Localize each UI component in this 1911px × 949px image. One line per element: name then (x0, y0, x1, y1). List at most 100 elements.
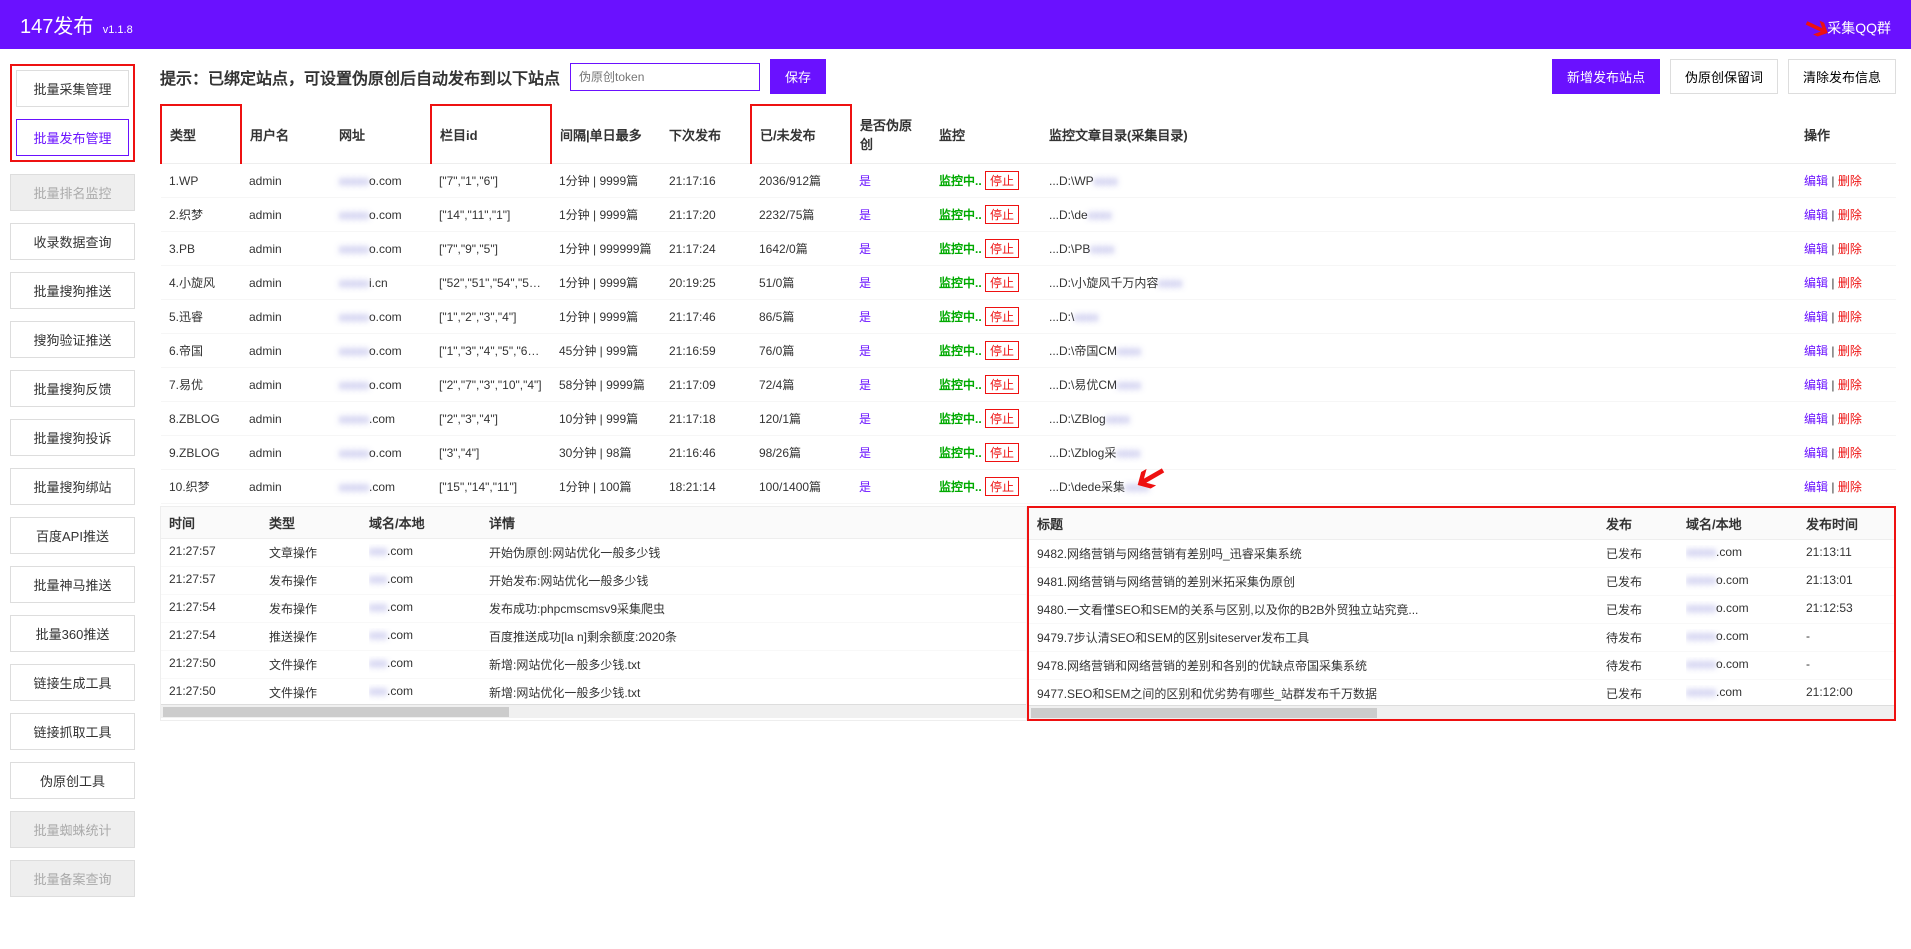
edit-link[interactable]: 编辑 (1804, 310, 1828, 324)
sidebar-item-shenma-push[interactable]: 批量神马推送 (10, 566, 135, 603)
th-colid: 栏目id (431, 105, 551, 164)
delete-link[interactable]: 删除 (1838, 378, 1862, 392)
cell-type: 7.易优 (161, 368, 241, 402)
cell-type: 10.织梦 (161, 470, 241, 504)
delete-link[interactable]: 删除 (1838, 276, 1862, 290)
delete-link[interactable]: 删除 (1838, 480, 1862, 494)
delete-link[interactable]: 删除 (1838, 412, 1862, 426)
edit-link[interactable]: 编辑 (1804, 276, 1828, 290)
cell-url: xxxxxo.com (331, 300, 431, 334)
edit-link[interactable]: 编辑 (1804, 480, 1828, 494)
cell-url: xxxxxo.com (331, 164, 431, 198)
stop-button[interactable]: 停止 (985, 273, 1019, 292)
sidebar-item-publish-manage[interactable]: 批量发布管理 (16, 119, 129, 156)
table-row: 7.易优adminxxxxxo.com["2","7","3","10","4"… (161, 368, 1896, 402)
cell-url: xxxxx.com (331, 470, 431, 504)
edit-link[interactable]: 编辑 (1804, 208, 1828, 222)
scrollbar-thumb[interactable] (1031, 708, 1377, 718)
delete-link[interactable]: 删除 (1838, 344, 1862, 358)
edit-link[interactable]: 编辑 (1804, 174, 1828, 188)
lr-domain: 域名/本地 (1686, 514, 1806, 533)
scrollbar-horizontal[interactable] (161, 704, 1026, 718)
app-version: v1.1.8 (103, 24, 133, 36)
sidebar-item-collect-manage[interactable]: 批量采集管理 (16, 70, 129, 107)
lh-time: 时间 (169, 513, 269, 532)
sidebar-item-pseudo-tool[interactable]: 伪原创工具 (10, 762, 135, 799)
log-row: 21:27:57文章操作xxx.com开始伪原创:网站优化一般多少钱 (161, 539, 1026, 567)
cell-next: 21:17:24 (661, 232, 751, 266)
cell-pub: 86/5篇 (751, 300, 851, 334)
edit-link[interactable]: 编辑 (1804, 446, 1828, 460)
stop-button[interactable]: 停止 (985, 443, 1019, 462)
sidebar-item-sogou-feedback[interactable]: 批量搜狗反馈 (10, 370, 135, 407)
stop-button[interactable]: 停止 (985, 205, 1019, 224)
log-row: 21:27:50文件操作xxx.com新增:网站优化一般多少钱.txt (161, 651, 1026, 679)
cell-url: xxxxxo.com (331, 232, 431, 266)
stop-button[interactable]: 停止 (985, 409, 1019, 428)
cell-next: 21:17:09 (661, 368, 751, 402)
cell-monitor: 监控中.. 停止 (931, 266, 1041, 300)
edit-link[interactable]: 编辑 (1804, 344, 1828, 358)
delete-link[interactable]: 删除 (1838, 310, 1862, 324)
lr-pub: 发布 (1606, 514, 1686, 533)
stop-button[interactable]: 停止 (985, 341, 1019, 360)
sidebar-item-link-crawl[interactable]: 链接抓取工具 (10, 713, 135, 750)
cell-interval: 45分钟 | 999篇 (551, 334, 661, 368)
scrollbar-horizontal[interactable] (1029, 705, 1894, 719)
keep-word-button[interactable]: 伪原创保留词 (1670, 59, 1778, 94)
lh-type: 类型 (269, 513, 369, 532)
cell-pseudo: 是 (851, 436, 931, 470)
save-button[interactable]: 保存 (770, 59, 826, 94)
cell-ops: 编辑 | 删除 (1796, 368, 1896, 402)
stop-button[interactable]: 停止 (985, 307, 1019, 326)
stop-button[interactable]: 停止 (985, 375, 1019, 394)
th-type: 类型 (161, 105, 241, 164)
sidebar-item-sogou-push[interactable]: 批量搜狗推送 (10, 272, 135, 309)
sidebar-item-sogou-bind[interactable]: 批量搜狗绑站 (10, 468, 135, 505)
lr-title: 标题 (1037, 514, 1606, 533)
sidebar-item-link-gen[interactable]: 链接生成工具 (10, 664, 135, 701)
log-row: 21:27:54推送操作xxx.com百度推送成功[la n]剩余额度:2020… (161, 623, 1026, 651)
cell-next: 21:16:59 (661, 334, 751, 368)
cell-pseudo: 是 (851, 368, 931, 402)
cell-next: 21:17:18 (661, 402, 751, 436)
cell-interval: 1分钟 | 9999篇 (551, 198, 661, 232)
cell-user: admin (241, 266, 331, 300)
sidebar-item-beian-query: 批量备案查询 (10, 860, 135, 897)
qq-group-link[interactable]: 采集QQ群 (1827, 18, 1891, 38)
delete-link[interactable]: 删除 (1838, 446, 1862, 460)
sidebar-item-baidu-api[interactable]: 百度API推送 (10, 517, 135, 554)
cell-monitor: 监控中.. 停止 (931, 470, 1041, 504)
log-left-header: 时间 类型 域名/本地 详情 (161, 507, 1026, 539)
cell-user: admin (241, 402, 331, 436)
th-pseudo: 是否伪原创 (851, 105, 931, 164)
scrollbar-thumb[interactable] (163, 707, 509, 717)
cell-type: 6.帝国 (161, 334, 241, 368)
stop-button[interactable]: 停止 (985, 239, 1019, 258)
stop-button[interactable]: 停止 (985, 171, 1019, 190)
edit-link[interactable]: 编辑 (1804, 412, 1828, 426)
edit-link[interactable]: 编辑 (1804, 242, 1828, 256)
delete-link[interactable]: 删除 (1838, 174, 1862, 188)
add-site-button[interactable]: 新增发布站点 (1552, 59, 1660, 94)
sidebar-item-360-push[interactable]: 批量360推送 (10, 615, 135, 652)
delete-link[interactable]: 删除 (1838, 242, 1862, 256)
sidebar-item-index-query[interactable]: 收录数据查询 (10, 223, 135, 260)
stop-button[interactable]: 停止 (985, 477, 1019, 496)
cell-interval: 1分钟 | 9999篇 (551, 266, 661, 300)
cell-interval: 1分钟 | 9999篇 (551, 164, 661, 198)
edit-link[interactable]: 编辑 (1804, 378, 1828, 392)
cell-monitor: 监控中.. 停止 (931, 232, 1041, 266)
cell-next: 21:17:20 (661, 198, 751, 232)
pseudo-token-input[interactable] (570, 63, 760, 91)
log-right-body[interactable]: 9482.网络营销与网络营销有差别吗_迅睿采集系统已发布xxxxx.com21:… (1029, 540, 1894, 705)
sidebar-item-sogou-complain[interactable]: 批量搜狗投诉 (10, 419, 135, 456)
delete-link[interactable]: 删除 (1838, 208, 1862, 222)
cell-colid: ["1","3","4","5","6","7"] (431, 334, 551, 368)
clear-info-button[interactable]: 清除发布信息 (1788, 59, 1896, 94)
log-row: 21:27:50文件操作xxx.com新增:网站优化一般多少钱.txt (161, 679, 1026, 704)
cell-monitor: 监控中.. 停止 (931, 300, 1041, 334)
sidebar-item-sogou-verify[interactable]: 搜狗验证推送 (10, 321, 135, 358)
log-left-body[interactable]: 21:27:57文章操作xxx.com开始伪原创:网站优化一般多少钱 21:27:… (161, 539, 1026, 704)
cell-type: 9.ZBLOG (161, 436, 241, 470)
